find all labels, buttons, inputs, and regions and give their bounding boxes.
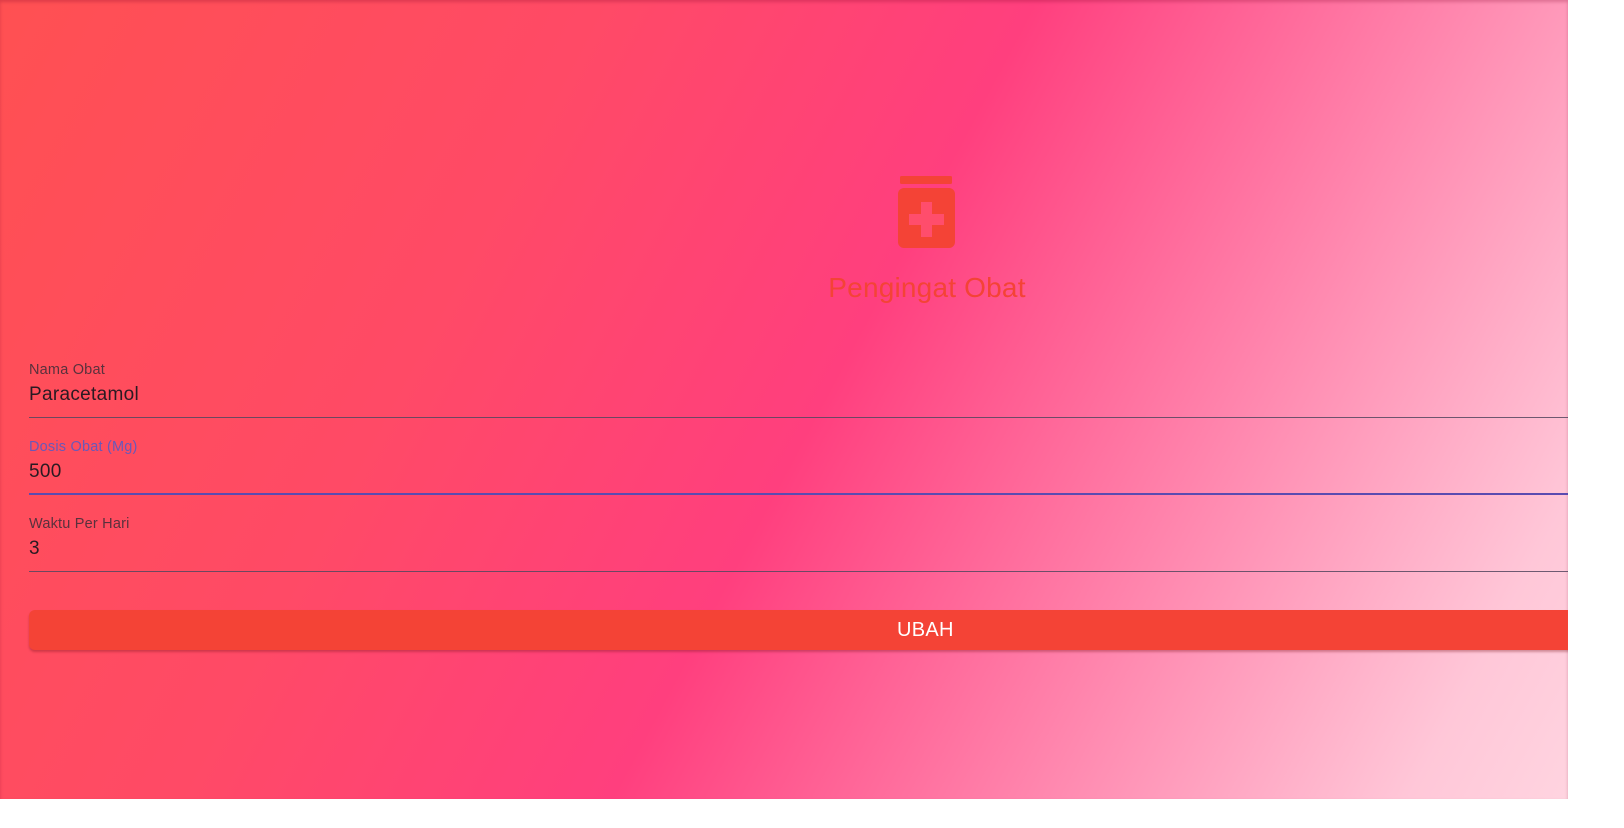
medicine-dose-input[interactable]: [29, 457, 1568, 487]
update-button[interactable]: UBAH: [29, 610, 1568, 650]
medicine-dose-underline: [29, 493, 1568, 495]
times-per-day-label: Waktu Per Hari: [29, 516, 130, 532]
medicine-dose-field[interactable]: Dosis Obat (Mg): [29, 439, 1568, 495]
medicine-bottle-icon: [898, 176, 955, 248]
times-per-day-field[interactable]: Waktu Per Hari: [29, 516, 1568, 572]
medicine-name-input[interactable]: [29, 380, 1568, 410]
app-screen: Pengingat Obat Nama Obat Dosis Obat (Mg)…: [0, 0, 1568, 799]
medicine-name-field[interactable]: Nama Obat: [29, 362, 1568, 418]
times-per-day-underline: [29, 571, 1568, 572]
medicine-name-label: Nama Obat: [29, 362, 105, 378]
app-title: Pengingat Obat: [828, 272, 1026, 303]
times-per-day-input[interactable]: [29, 534, 1568, 564]
medicine-dose-label: Dosis Obat (Mg): [29, 439, 138, 455]
medicine-name-underline: [29, 417, 1568, 418]
